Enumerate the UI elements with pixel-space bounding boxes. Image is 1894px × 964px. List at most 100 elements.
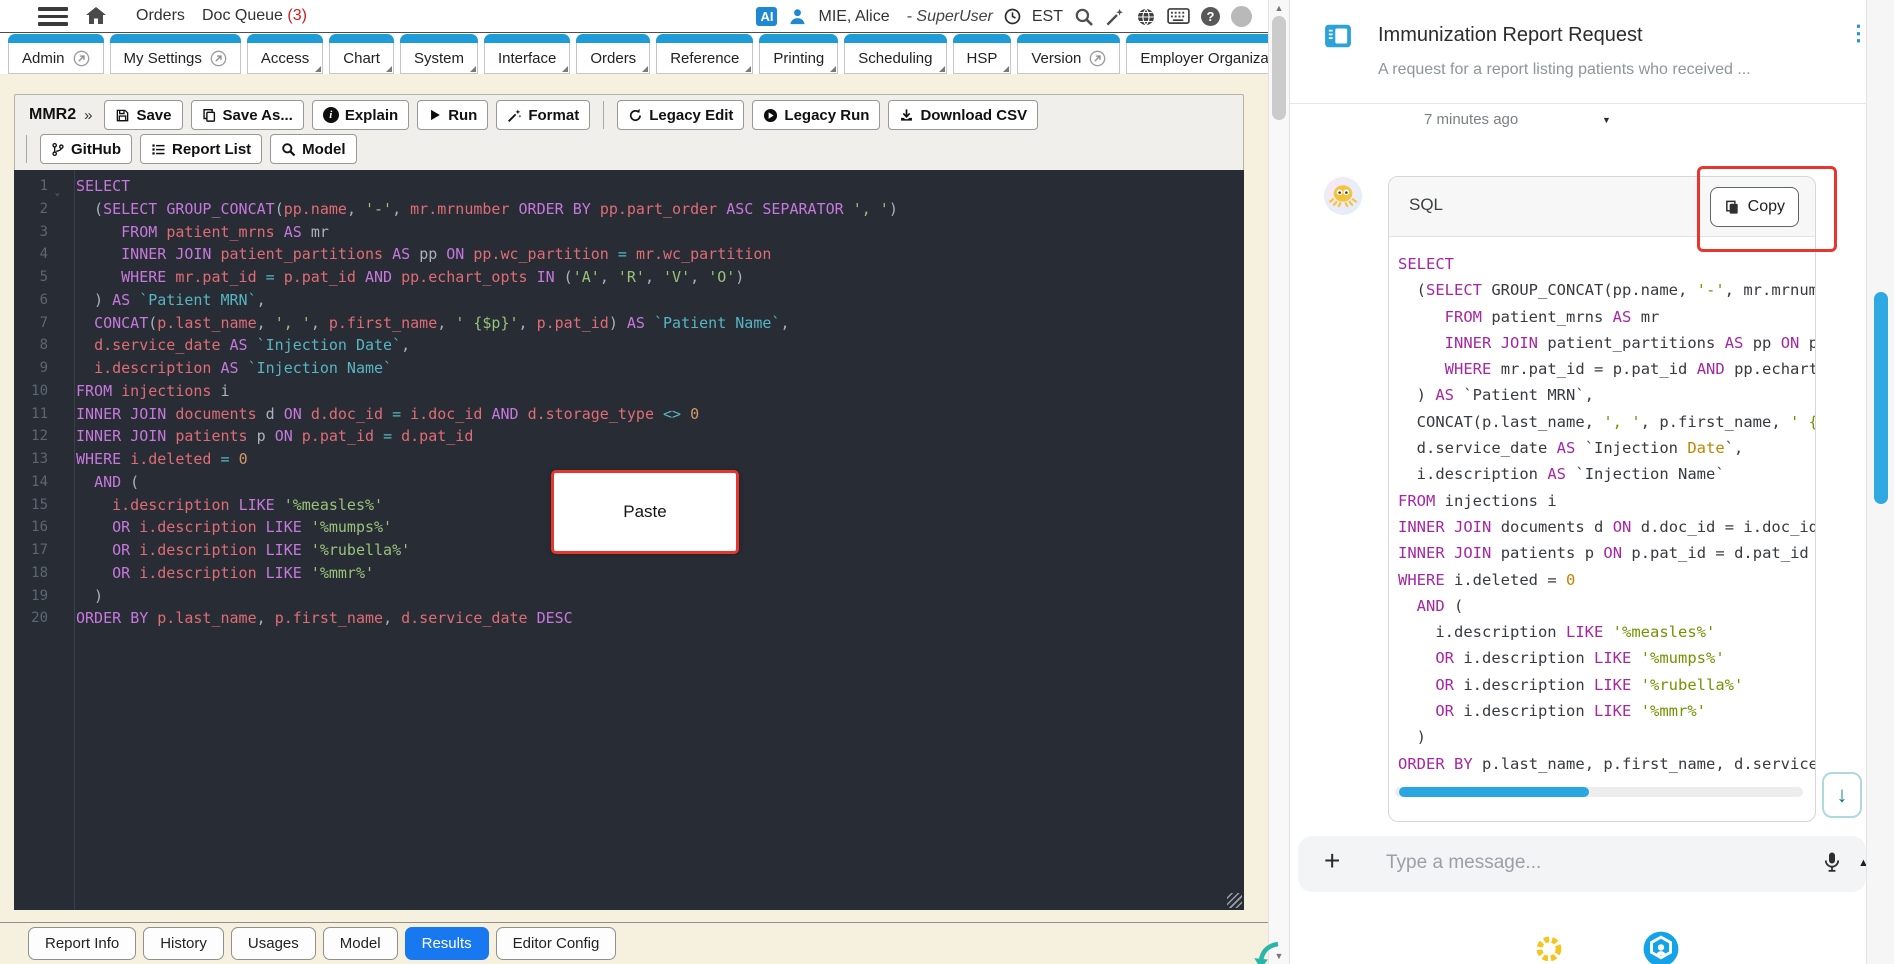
code-line: 12 INNER JOIN patients p ON p.pat_id = d.… [14, 425, 1244, 448]
download-csv-button[interactable]: Download CSV [888, 100, 1039, 130]
nav-tab-scheduling[interactable]: Scheduling [844, 34, 947, 74]
avatar[interactable] [1231, 6, 1252, 27]
scrollbar-thumb[interactable] [1399, 787, 1589, 797]
nav-tab-admin[interactable]: Admin [8, 34, 104, 74]
message-input[interactable]: Type a message... [1386, 852, 1541, 874]
sql-block-label: SQL [1409, 195, 1444, 214]
window-scrollbar[interactable] [1866, 0, 1894, 964]
user-role: - SuperUser [906, 7, 993, 25]
code-line: 2 (SELECT GROUP_CONCAT(pp.name, '-', mr.… [14, 198, 1244, 221]
keyboard-icon[interactable] [1167, 8, 1190, 25]
nav-tab-employer-organizations[interactable]: Employer Organizations [1126, 34, 1268, 74]
code-line: (SELECT GROUP_CONCAT(pp.name, '-', mr.mr… [1398, 281, 1815, 300]
legacy-edit-button[interactable]: Legacy Edit [617, 100, 745, 130]
back-arrow-icon[interactable] [1250, 940, 1282, 964]
blue-app-icon[interactable] [1642, 930, 1680, 964]
nav-tab-access[interactable]: Access [246, 34, 324, 74]
code-line: 13 WHERE i.deleted = 0 [14, 448, 1244, 471]
dropdown-fold-icon [315, 66, 322, 72]
globe-icon[interactable] [1136, 7, 1156, 27]
expander-icon[interactable]: » [84, 107, 92, 124]
wand-icon[interactable] [1105, 7, 1125, 27]
tab-cap [246, 34, 324, 43]
download-icon [899, 108, 914, 123]
save-button[interactable]: Save [104, 100, 183, 130]
user-name[interactable]: MIE, Alice [818, 8, 889, 26]
code-horizontal-scrollbar[interactable] [1395, 787, 1803, 797]
scroll-to-bottom-button[interactable]: ↓ [1822, 772, 1862, 818]
nav-tab-system[interactable]: System [399, 34, 478, 74]
doc-queue-count: (3) [287, 7, 307, 24]
tab-label: History [160, 935, 207, 952]
paste-button-overlay[interactable]: Paste [551, 470, 739, 554]
nav-tab-printing[interactable]: Printing [759, 34, 839, 74]
line-number: 5 [39, 269, 48, 285]
sun-app-icon[interactable] [1530, 930, 1568, 964]
bottom-tab-history[interactable]: History [143, 927, 224, 960]
nav-doc-queue-link[interactable]: Doc Queue (3) [202, 7, 307, 25]
code-line: OR i.description LIKE '%mumps%' [1435, 649, 1725, 668]
nav-tab-reference[interactable]: Reference [656, 34, 754, 74]
tab-cap [952, 34, 1012, 43]
nav-tab-orders[interactable]: Orders [576, 34, 651, 74]
line-number: 16 [31, 519, 48, 536]
copy-icon [202, 108, 217, 123]
nav-orders-link[interactable]: Orders [136, 7, 185, 25]
nav-tab-interface[interactable]: Interface [483, 34, 571, 74]
code-line: 7 CONCAT(p.last_name, ', ', p.first_name… [14, 312, 1244, 335]
doc-queue-label: Doc Queue [202, 7, 283, 24]
external-link-icon [210, 50, 227, 67]
tab-label: My Settings [123, 49, 202, 67]
explain-button[interactable]: i Explain [311, 100, 410, 130]
bottom-tab-results[interactable]: Results [404, 927, 489, 960]
search-icon[interactable] [1074, 7, 1094, 27]
nav-tab-chart[interactable]: Chart [329, 34, 394, 74]
panel-toggle-icon[interactable] [1324, 22, 1352, 55]
nav-tab-version[interactable]: Version [1017, 34, 1121, 74]
report-toolbar: MMR2 » Save Save As... i Explain Run Format Le… [14, 94, 1244, 172]
bottom-tab-model[interactable]: Model [322, 927, 398, 960]
home-icon[interactable] [84, 4, 108, 33]
code-line: 5 WHERE mr.pat_id = p.pat_id AND pp.echa… [14, 266, 1244, 289]
tab-cap [844, 34, 947, 43]
line-number: 13 [31, 451, 48, 467]
resize-grip[interactable] [1227, 893, 1242, 908]
pane-scrollbar[interactable]: ▲ ▼ [1268, 0, 1290, 964]
bottom-tab-report-info[interactable]: Report Info [28, 927, 137, 960]
github-button[interactable]: GitHub [40, 134, 132, 164]
hamburger-menu-icon[interactable] [38, 7, 68, 26]
microphone-icon[interactable] [1822, 851, 1842, 878]
scroll-up-icon[interactable]: ▲ [1269, 3, 1289, 13]
line-number: 18 [31, 564, 48, 581]
toolbar-row-1: MMR2 » Save Save As... i Explain Run Format Le… [21, 99, 1237, 131]
tab-label: Access [260, 49, 310, 67]
bottom-tab-usages[interactable]: Usages [230, 927, 316, 960]
bottom-tab-editor-config[interactable]: Editor Config [495, 927, 617, 960]
line-number: 2 [39, 200, 48, 217]
copy-highlight-annotation [1697, 166, 1837, 252]
nav-tab-hsp[interactable]: HSP [952, 34, 1012, 74]
scrollbar-thumb[interactable] [1272, 16, 1286, 120]
format-button[interactable]: Format [496, 100, 591, 130]
nav-tab-my-settings[interactable]: My Settings [109, 34, 241, 74]
scrollbar-thumb[interactable] [1874, 292, 1888, 504]
model-button[interactable]: Model [270, 134, 357, 164]
help-icon[interactable]: ? [1201, 7, 1220, 26]
button-label: Save As... [222, 106, 293, 124]
tab-label: HSP [966, 49, 998, 67]
run-button[interactable]: Run [417, 100, 489, 130]
timestamp-caret-icon[interactable]: ▼ [1602, 115, 1611, 125]
floppy-icon [115, 108, 130, 123]
branch-icon [51, 142, 65, 157]
top-bar: Orders Doc Queue (3) AI MIE, Alice - Sup… [0, 0, 1268, 33]
tab-label: Model [339, 935, 381, 952]
report-list-button[interactable]: Report List [140, 134, 263, 164]
save-as-button[interactable]: Save As... [190, 100, 304, 130]
code-line: 6 ) AS `Patient MRN`, [14, 289, 1244, 312]
attach-icon[interactable]: + [1324, 845, 1340, 877]
legacy-run-button[interactable]: Legacy Run [752, 100, 881, 130]
toolbar-row-2: GitHub Report List Model [21, 133, 1237, 165]
code-line: INNER JOIN documents d ON d.doc_id = i.d… [1398, 517, 1815, 536]
line-number: 14 [31, 473, 48, 490]
ai-badge[interactable]: AI [756, 7, 778, 26]
